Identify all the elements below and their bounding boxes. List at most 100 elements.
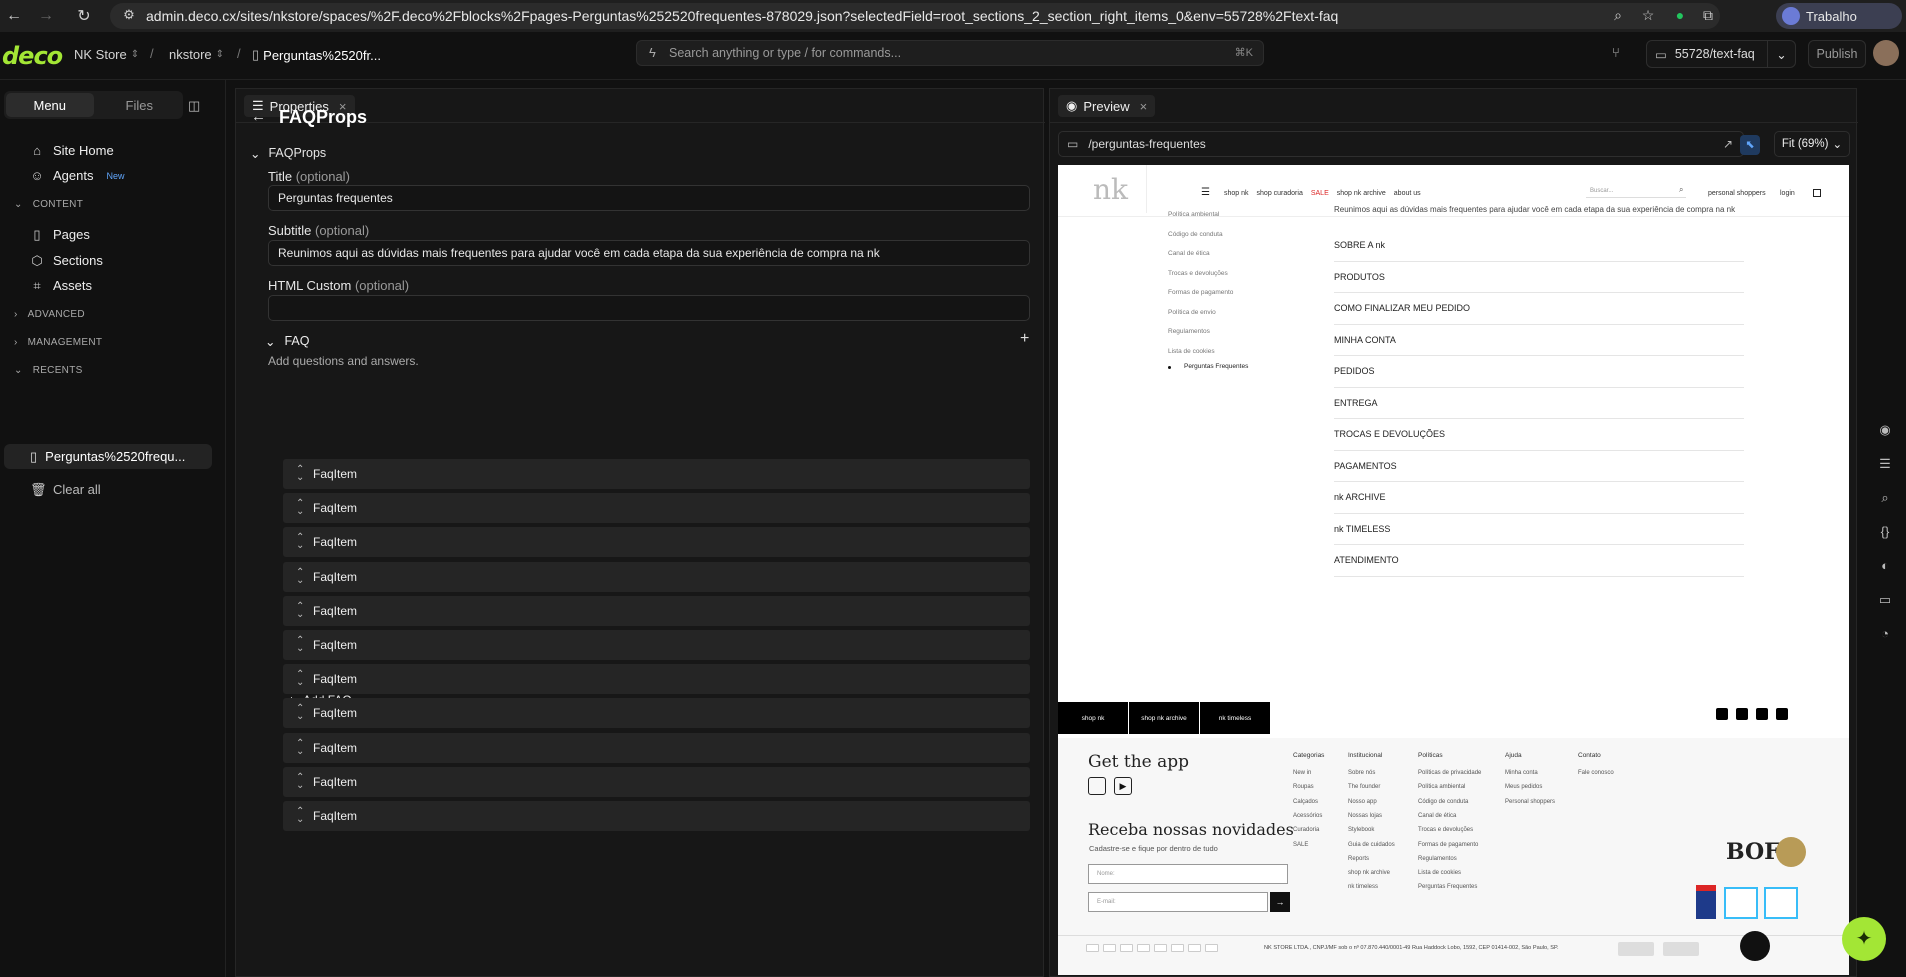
zoom-icon[interactable]: ⌕ xyxy=(1608,7,1628,27)
footer-block-link[interactable]: shop nk archive xyxy=(1129,702,1199,734)
policies-menu-item[interactable]: Canal de ética xyxy=(1168,250,1210,257)
faq-item[interactable]: ⌃ ⌄ FaqItem xyxy=(283,527,1030,558)
footer-link[interactable]: Acessórios xyxy=(1293,813,1322,819)
footer-link[interactable]: Nossas lojas xyxy=(1348,813,1382,819)
footer-link[interactable]: Curadoria xyxy=(1293,827,1319,833)
footer-link[interactable]: Meus pedidos xyxy=(1505,784,1542,790)
footer-link[interactable]: Políticas de privacidade xyxy=(1418,770,1481,776)
faq-question-row[interactable]: PAGAMENTOS xyxy=(1334,451,1744,482)
cart-icon[interactable] xyxy=(1813,189,1821,197)
faq-item[interactable]: ⌃ ⌄ FaqItem xyxy=(283,664,1030,695)
facebook-icon[interactable] xyxy=(1736,708,1748,720)
faq-question-row[interactable]: nk TIMELESS xyxy=(1334,514,1744,545)
footer-link[interactable]: The founder xyxy=(1348,784,1380,790)
apple-store-icon[interactable] xyxy=(1088,777,1106,795)
site-nav-item[interactable]: shop nk xyxy=(1224,190,1249,197)
footer-link[interactable]: shop nk archive xyxy=(1348,870,1390,876)
footer-link[interactable]: Formas de pagamento xyxy=(1418,842,1478,848)
footer-link[interactable]: Sobre nós xyxy=(1348,770,1375,776)
faq-question-row[interactable]: ENTREGA xyxy=(1334,388,1744,419)
bookmark-star-icon[interactable]: ☆ xyxy=(1638,7,1658,27)
command-search[interactable]: ϟ Search anything or type / for commands… xyxy=(636,40,1264,66)
drag-handle-icon[interactable]: ⌃ ⌄ xyxy=(296,465,304,483)
eye-icon[interactable]: ◉ xyxy=(1867,422,1903,438)
search-icon[interactable]: ⌕ xyxy=(1679,185,1683,195)
faq-question-row[interactable]: SOBRE A nk xyxy=(1334,230,1744,262)
drag-handle-icon[interactable]: ⌃ ⌄ xyxy=(296,772,304,790)
policies-menu-item[interactable]: Trocas e devoluções xyxy=(1168,270,1228,277)
footer-link[interactable]: Política ambiental xyxy=(1418,784,1465,790)
tab-preview[interactable]: ◉ Preview × xyxy=(1058,95,1156,117)
drag-handle-icon[interactable]: ⌃ ⌄ xyxy=(296,636,304,654)
panel-icon[interactable]: ▭ xyxy=(1867,592,1903,608)
policies-menu-item[interactable]: Código de conduta xyxy=(1168,231,1223,238)
faq-item[interactable]: ⌃ ⌄ FaqItem xyxy=(283,630,1030,660)
footer-link[interactable]: New in xyxy=(1293,770,1311,776)
footer-block-link[interactable]: nk timeless xyxy=(1200,702,1270,734)
faq-item[interactable]: ⌃ ⌄ FaqItem xyxy=(283,698,1030,729)
list-icon[interactable]: ☰ xyxy=(1867,456,1903,472)
title-input[interactable]: Perguntas frequentes xyxy=(268,185,1030,211)
faq-question-row[interactable]: TROCAS E DEVOLUÇÕES xyxy=(1334,419,1744,451)
footer-link[interactable]: Nosso app xyxy=(1348,799,1377,805)
breadcrumb-page[interactable]: ▯ Perguntas%2520fr... xyxy=(252,47,381,63)
subtitle-input[interactable]: Reunimos aqui as dúvidas mais frequentes… xyxy=(268,240,1030,266)
footer-link[interactable]: Roupas xyxy=(1293,784,1314,790)
faq-item[interactable]: ⌃ ⌄ FaqItem xyxy=(283,732,1030,763)
close-icon[interactable]: × xyxy=(1140,99,1148,114)
policies-menu-item[interactable]: Regulamentos xyxy=(1168,328,1210,335)
search-icon[interactable]: ⌕ xyxy=(1867,490,1903,506)
footer-link[interactable]: Guia de cuidados xyxy=(1348,842,1395,848)
faq-question-row[interactable]: ATENDIMENTO xyxy=(1334,545,1744,577)
address-bar[interactable]: ⚙ admin.deco.cx/sites/nkstore/spaces/%2F… xyxy=(110,3,1720,29)
whatsapp-icon[interactable] xyxy=(1776,708,1788,720)
reload-icon[interactable]: ↻ xyxy=(70,2,98,30)
sidebar-item-site-home[interactable]: ⌂ Site Home xyxy=(30,143,114,158)
external-link-icon[interactable]: ↗ xyxy=(1723,137,1733,151)
play-store-icon[interactable]: ▶ xyxy=(1114,777,1132,795)
breadcrumb-org[interactable]: NK Store ⇕ xyxy=(74,47,139,62)
drag-handle-icon[interactable]: ⌃ ⌄ xyxy=(296,567,304,585)
clear-all-button[interactable]: 🗑 Clear all xyxy=(30,482,101,497)
group-management[interactable]: › MANAGEMENT xyxy=(14,337,102,348)
section-toggle[interactable]: ⌄ FAQProps xyxy=(250,146,326,161)
back-icon[interactable]: ← xyxy=(0,2,28,30)
breadcrumb-site[interactable]: nkstore ⇕ xyxy=(169,47,224,62)
faq-question-row[interactable]: COMO FINALIZAR MEU PEDIDO xyxy=(1334,293,1744,325)
drag-handle-icon[interactable]: ⌃ ⌄ xyxy=(296,601,304,619)
footer-link[interactable]: nk timeless xyxy=(1348,884,1378,890)
zoom-select[interactable]: Fit (69%) ⌄ xyxy=(1774,131,1850,157)
footer-link[interactable]: Perguntas Frequentes xyxy=(1418,884,1477,890)
site-search[interactable]: Buscar... xyxy=(1586,185,1686,198)
footer-link[interactable]: Minha conta xyxy=(1505,770,1538,776)
faq-item[interactable]: ⌃ ⌄ FaqItem xyxy=(283,595,1030,626)
sidebar-item-assets[interactable]: ⌗ Assets xyxy=(30,278,92,293)
tab-menu[interactable]: Menu xyxy=(6,93,94,117)
instagram-icon[interactable] xyxy=(1716,708,1728,720)
faq-item[interactable]: ⌃ ⌄ FaqItem xyxy=(283,766,1030,797)
footer-link[interactable]: SALE xyxy=(1293,842,1308,848)
footer-block-link[interactable]: shop nk xyxy=(1058,702,1128,734)
sidebar-item-agents[interactable]: ☺ Agents New xyxy=(30,168,124,183)
footer-link[interactable]: Personal shoppers xyxy=(1505,799,1555,805)
user-avatar[interactable] xyxy=(1873,40,1899,66)
site-nav-item[interactable]: shop curadoria xyxy=(1257,190,1303,197)
group-content[interactable]: ⌄ CONTENT xyxy=(14,199,83,210)
faq-question-row[interactable]: PEDIDOS xyxy=(1334,356,1744,388)
group-recents[interactable]: ⌄ RECENTS xyxy=(14,365,83,376)
newsletter-name-input[interactable]: Nome: xyxy=(1088,864,1288,884)
preview-path-bar[interactable]: ▭ /perguntas-frequentes ↗ xyxy=(1058,131,1744,157)
env-selector[interactable]: ▭ 55728/text-faq ⌄ xyxy=(1646,40,1796,68)
sidebar-item-sections[interactable]: ⬡ Sections xyxy=(30,253,103,268)
newsletter-email-input[interactable]: E-mail: xyxy=(1088,892,1268,912)
sidebar-item-pages[interactable]: ▯ Pages xyxy=(30,227,89,242)
login-link[interactable]: login xyxy=(1780,190,1795,197)
hamburger-icon[interactable]: ☰ xyxy=(1201,187,1210,198)
footer-link[interactable]: Fale conosco xyxy=(1578,770,1614,776)
chat-button[interactable] xyxy=(1740,931,1770,961)
drag-handle-icon[interactable]: ⌃ ⌄ xyxy=(296,738,304,756)
faq-question-row[interactable]: MINHA CONTA xyxy=(1334,325,1744,356)
extensions-puzzle-icon[interactable]: ⧉ xyxy=(1698,7,1718,27)
forward-icon[interactable]: → xyxy=(32,2,60,30)
publish-button[interactable]: Publish xyxy=(1808,40,1866,68)
